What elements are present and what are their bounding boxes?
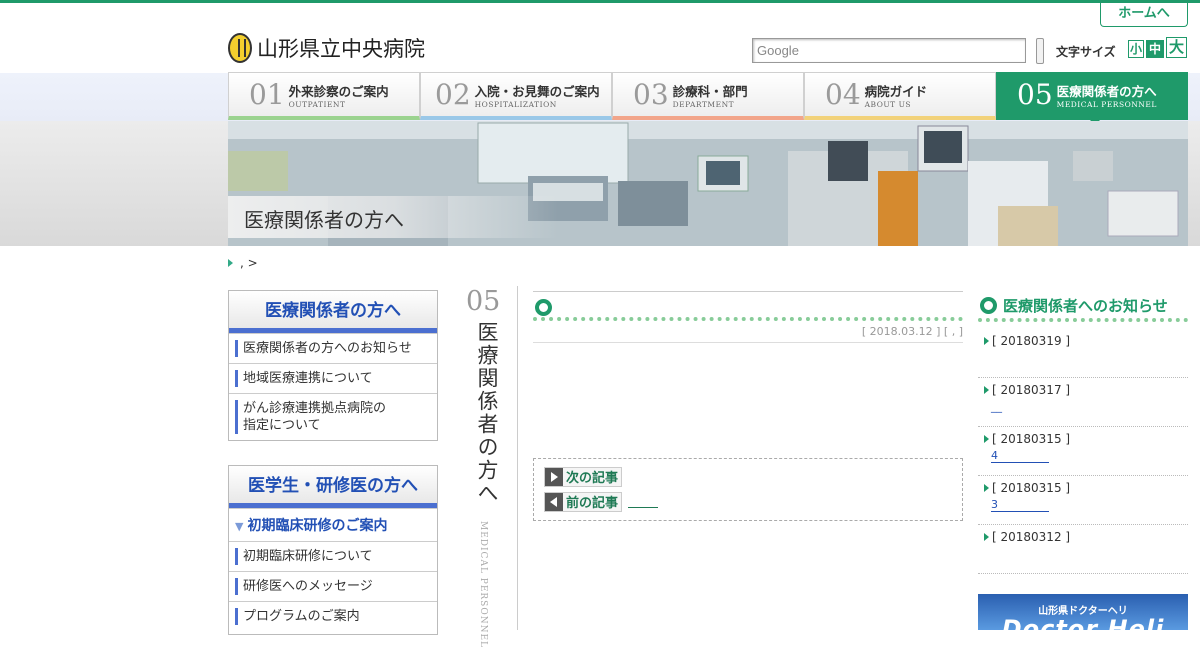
section-title-en: MEDICAL PERSONNEL [478, 521, 488, 648]
arrow-right-icon [984, 337, 989, 345]
banner-title: Doctor Heli [1001, 615, 1165, 630]
sidebar-box-students: 医学生・研修医の方へ 初期臨床研修のご案内 初期臨床研修について 研修医へのメッ… [228, 465, 438, 635]
nav-num: 01 [249, 77, 285, 111]
nav-item-medical-personnel[interactable]: 05 医療関係者の方へ MEDICAL PERSONNEL [996, 72, 1188, 125]
nav-label: 外来診察のご案内 [288, 83, 389, 99]
nav-num: 03 [633, 77, 669, 111]
hero-image: 医療関係者の方へ [228, 121, 1188, 246]
sidebar-title: 医療関係者の方へ [229, 291, 437, 333]
sidebar-item-initial-training[interactable]: 初期臨床研修について [229, 541, 437, 571]
next-article-row: 次の記事 [544, 465, 952, 488]
search-button[interactable] [1036, 38, 1044, 64]
doctor-heli-banner[interactable]: 山形県ドクターヘリ Doctor Heli [978, 594, 1188, 630]
vertical-section-title: 05 医療関係者の方へ MEDICAL PERSONNEL [466, 286, 518, 648]
article-date: [ 2018.03.12 ] [ , ] [533, 325, 963, 343]
sidebar-box-medical: 医療関係者の方へ 医療関係者の方へのお知らせ 地域医療連携について がん診療連携… [228, 290, 438, 441]
search-input[interactable]: Google [752, 38, 1026, 63]
sidebar-item-notices[interactable]: 医療関係者の方へのお知らせ [229, 333, 437, 363]
ring-bullet-icon [980, 296, 997, 314]
nav-sublabel: ABOUT US [864, 99, 912, 109]
sidebar-item-regional-cooperation[interactable]: 地域医療連携について [229, 363, 437, 393]
news-date: [ 20180315 ] [992, 432, 1071, 446]
nav-sublabel: OUTPATIENT [288, 99, 346, 109]
nav-label: 病院ガイド [864, 83, 928, 99]
news-item[interactable]: [ 20180315 ] 4 [978, 432, 1188, 476]
breadcrumb-arrow-icon [228, 259, 236, 267]
article-title [533, 291, 963, 321]
arrow-right-icon [984, 484, 989, 492]
arrow-right-icon [984, 386, 989, 394]
nav-sublabel: MEDICAL PERSONNEL [1056, 99, 1157, 109]
top-accent-line [0, 0, 1200, 3]
font-size-large-button[interactable]: 大 [1166, 37, 1187, 58]
breadcrumb-text[interactable]: , > [240, 256, 258, 270]
nav-sublabel: DEPARTMENT [672, 99, 735, 109]
news-item[interactable]: [ 20180315 ] 3 [978, 481, 1188, 525]
nav-num: 04 [825, 77, 861, 111]
news-title: 医療関係者へのお知らせ [1003, 296, 1168, 315]
news-link[interactable]: 3 [991, 498, 1049, 512]
news-link[interactable]: __ [991, 400, 1005, 414]
hero-title: 医療関係者の方へ [228, 196, 558, 238]
news-date: [ 20180315 ] [992, 481, 1071, 495]
news-item[interactable]: [ 20180312 ] [978, 530, 1188, 574]
nav-sublabel: HOSPITALIZATION [474, 99, 557, 109]
home-button[interactable]: ホームへ [1100, 3, 1188, 27]
section-number: 05 [466, 286, 501, 317]
sidebar-subsection-training[interactable]: 初期臨床研修のご案内 [229, 508, 437, 541]
news-item[interactable]: [ 20180319 ] [978, 334, 1188, 378]
section-title-jp: 医療関係者の方へ [475, 321, 499, 505]
sidebar-title: 医学生・研修医の方へ [229, 466, 437, 508]
play-left-icon [545, 492, 563, 511]
sidebar-item-message[interactable]: 研修医へのメッセージ [229, 571, 437, 601]
article-pager: 次の記事 前の記事 [533, 458, 963, 521]
nav-item-hospitalization[interactable]: 02 入院・お見舞のご案内 HOSPITALIZATION [420, 72, 612, 120]
news-date: [ 20180317 ] [992, 383, 1071, 397]
news-heading: 医療関係者へのお知らせ [978, 292, 1188, 322]
prev-article-link[interactable] [628, 496, 659, 508]
nav-item-department[interactable]: 03 診療科・部門 DEPARTMENT [612, 72, 804, 120]
logo-text: 山形県立中央病院 [257, 37, 425, 61]
nav-item-about-us[interactable]: 04 病院ガイド ABOUT US [804, 72, 996, 120]
prev-article-label: 前の記事 [566, 496, 619, 511]
font-size-label: 文字サイズ [1056, 45, 1116, 59]
font-size-medium-button[interactable]: 中 [1146, 40, 1164, 58]
next-article-button[interactable]: 次の記事 [544, 466, 623, 487]
news-date: [ 20180319 ] [992, 334, 1071, 348]
news-item[interactable]: [ 20180317 ] __ [978, 383, 1188, 427]
nav-label: 医療関係者の方へ [1056, 83, 1157, 99]
play-right-icon [545, 467, 563, 486]
nav-item-outpatient[interactable]: 01 外来診察のご案内 OUTPATIENT [228, 72, 420, 120]
next-article-label: 次の記事 [566, 471, 619, 486]
nav-num: 05 [1017, 77, 1053, 111]
prev-article-button[interactable]: 前の記事 [544, 491, 623, 512]
hospital-emblem-icon [228, 33, 252, 63]
news-date: [ 20180312 ] [992, 530, 1071, 544]
font-size-small-button[interactable]: 小 [1128, 40, 1144, 58]
global-nav: 01 外来診察のご案内 OUTPATIENT 02 入院・お見舞のご案内 HOSPI… [228, 72, 1188, 125]
nav-num: 02 [435, 77, 471, 111]
nav-label: 診療科・部門 [672, 83, 748, 99]
prev-article-row: 前の記事 [544, 490, 952, 513]
arrow-right-icon [984, 533, 989, 541]
news-link[interactable]: 4 [991, 449, 1049, 463]
site-logo[interactable]: 山形県立中央病院 [228, 33, 425, 63]
arrow-right-icon [984, 435, 989, 443]
ring-bullet-icon [535, 299, 552, 316]
nav-label: 入院・お見舞のご案内 [474, 83, 600, 99]
sidebar-item-program[interactable]: プログラムのご案内 [229, 601, 437, 631]
sidebar-item-cancer-hospital[interactable]: がん診療連携拠点病院の指定について [229, 393, 437, 440]
breadcrumb: , > [228, 256, 258, 270]
